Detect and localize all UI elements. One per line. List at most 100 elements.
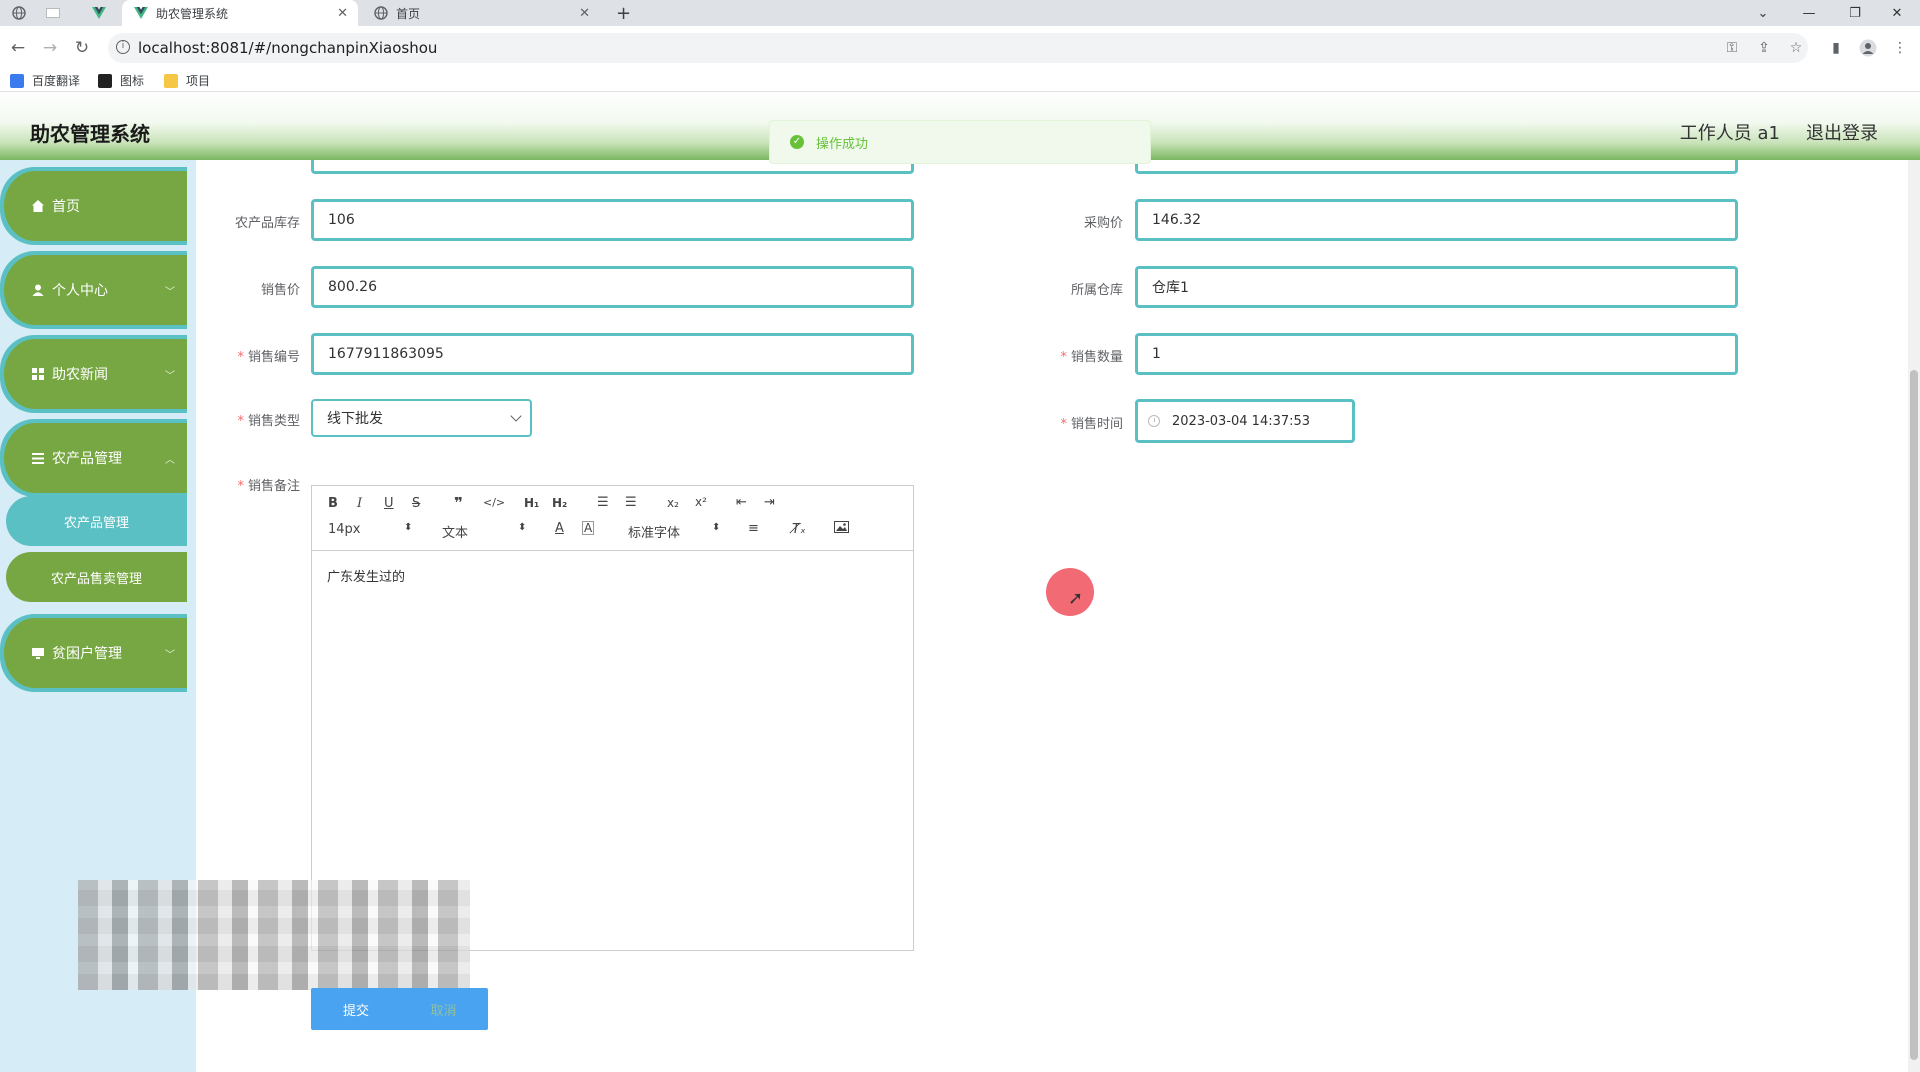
- sale-price-value: 800.26: [328, 279, 377, 295]
- bookmark-label: 项目: [186, 74, 211, 88]
- superscript-icon[interactable]: x²: [695, 495, 707, 509]
- sidebar-item-news[interactable]: 助农新闻 ﹀: [0, 339, 187, 409]
- outdent-icon[interactable]: ⇤: [736, 495, 747, 510]
- underline-icon[interactable]: U: [384, 496, 394, 511]
- sale-no-label: * 销售编号: [210, 346, 300, 365]
- sale-qty-input[interactable]: 1: [1135, 333, 1738, 375]
- font-family-select[interactable]: 标准字体: [628, 522, 680, 541]
- globe-icon: [12, 6, 26, 20]
- sidebar-item-label: 贫困户管理: [52, 646, 122, 662]
- sale-time-label: * 销售时间: [1033, 413, 1123, 432]
- restore-icon[interactable]: ❐: [1832, 0, 1878, 26]
- profile-icon[interactable]: [1856, 36, 1880, 60]
- site-info-icon[interactable]: i: [116, 40, 130, 54]
- sale-type-value: 线下批发: [327, 411, 383, 427]
- success-toast: ✓ 操作成功: [769, 120, 1151, 164]
- star-icon[interactable]: ☆: [1784, 36, 1808, 60]
- sale-no-input[interactable]: 1677911863095: [311, 333, 914, 375]
- sale-type-select[interactable]: 线下批发: [311, 399, 532, 437]
- back-icon[interactable]: ←: [6, 36, 30, 60]
- clear-format-icon[interactable]: T̸ₓ: [792, 522, 806, 537]
- close-tab-icon[interactable]: ✕: [337, 6, 348, 21]
- remark-label-text: 销售备注: [247, 479, 300, 494]
- check-icon: ✓: [790, 135, 804, 149]
- grid-icon: [30, 368, 46, 380]
- blockquote-icon[interactable]: ❞: [454, 494, 463, 512]
- sidebar-item-label: 个人中心: [52, 283, 108, 299]
- tab-search-icon[interactable]: ⌄: [1740, 0, 1786, 26]
- stock-label: 农产品库存: [234, 216, 300, 231]
- tab-vue[interactable]: [92, 0, 114, 26]
- close-window-icon[interactable]: ✕: [1874, 0, 1920, 26]
- italic-icon[interactable]: I: [357, 496, 362, 511]
- globe-icon: [374, 6, 388, 20]
- scrollbar-thumb[interactable]: [1910, 370, 1918, 1060]
- reload-icon[interactable]: ↻: [70, 36, 94, 60]
- sale-price-input[interactable]: 800.26: [311, 266, 914, 308]
- warehouse-input[interactable]: 仓库1: [1135, 266, 1738, 308]
- key-icon[interactable]: ⚿: [1720, 36, 1744, 60]
- vue-icon: [92, 6, 106, 20]
- bookmark-baidu-translate[interactable]: 百度翻译: [10, 72, 80, 89]
- scrollbar[interactable]: [1908, 160, 1920, 1072]
- sidebar-subitem-product[interactable]: 农产品管理: [6, 496, 187, 546]
- sidebar-item-home[interactable]: 首页: [0, 171, 187, 241]
- browser-tab-bar: 助农管理系统 ✕ 首页 ✕ + ⌄ — ❐ ✕: [0, 0, 1920, 26]
- code-block-icon[interactable]: </>: [483, 496, 505, 509]
- minimize-icon[interactable]: —: [1786, 0, 1832, 26]
- sidebar-item-personal-center[interactable]: 个人中心 ﹀: [0, 255, 187, 325]
- remark-label: * 销售备注: [210, 475, 300, 494]
- ordered-list-icon[interactable]: ☰: [597, 495, 609, 510]
- sidebar-item-label: 助农新闻: [52, 367, 108, 383]
- app-title: 助农管理系统: [30, 122, 150, 146]
- font-size-select[interactable]: 14px: [328, 522, 361, 537]
- cancel-button[interactable]: 取消: [399, 988, 488, 1030]
- header-2-icon[interactable]: H₂: [552, 496, 567, 510]
- tab-home[interactable]: 首页 ✕: [364, 0, 600, 26]
- url-input[interactable]: i localhost:8081/#/nongchanpinXiaoshou: [108, 33, 1808, 63]
- forward-icon[interactable]: →: [38, 36, 62, 60]
- sale-no-value: 1677911863095: [328, 346, 444, 362]
- new-tab-button[interactable]: +: [616, 0, 636, 26]
- text-type-select[interactable]: 文本: [442, 522, 468, 541]
- header-1-icon[interactable]: H₁: [524, 496, 539, 510]
- strikethrough-icon[interactable]: S: [412, 496, 420, 511]
- sidebar-subitem-label: 农产品管理: [63, 515, 129, 531]
- pixelated-overlay: [78, 880, 470, 990]
- stock-input[interactable]: 106: [311, 199, 914, 241]
- required-mark: *: [1060, 350, 1067, 365]
- sale-time-picker[interactable]: 2023-03-04 14:37:53: [1135, 399, 1355, 443]
- sort-icon: ⬍: [404, 522, 413, 533]
- indent-icon[interactable]: ⇥: [764, 495, 775, 510]
- field-above-right[interactable]: [1135, 160, 1738, 174]
- background-color-icon[interactable]: A: [582, 521, 595, 535]
- tab-active-app[interactable]: 助农管理系统 ✕: [122, 0, 358, 26]
- sale-time-value: 2023-03-04 14:37:53: [1172, 413, 1311, 429]
- logout-link[interactable]: 退出登录: [1806, 119, 1878, 145]
- sidebar-item-product-mgmt[interactable]: 农产品管理 ︿: [0, 423, 187, 493]
- align-icon[interactable]: ≡: [748, 521, 759, 536]
- subscript-icon[interactable]: x₂: [667, 496, 679, 510]
- tab-blank[interactable]: [46, 0, 72, 26]
- tab-globe-1[interactable]: [12, 0, 34, 26]
- submit-button[interactable]: 提交: [311, 988, 401, 1030]
- current-user: 工作人员 a1: [1679, 123, 1780, 144]
- sidebar-item-poor-household[interactable]: 贫困户管理 ﹀: [0, 618, 187, 688]
- share-icon[interactable]: ⇪: [1752, 36, 1776, 60]
- translate-icon: [10, 73, 24, 88]
- purchase-price-input[interactable]: 146.32: [1135, 199, 1738, 241]
- close-tab-icon[interactable]: ✕: [579, 6, 590, 21]
- required-mark: *: [237, 350, 244, 365]
- sale-qty-value: 1: [1152, 346, 1161, 362]
- bullet-list-icon[interactable]: ☰: [625, 495, 637, 510]
- sidebar-subitem-product-sales[interactable]: 农产品售卖管理: [6, 552, 187, 602]
- bookmark-project[interactable]: 项目: [164, 72, 210, 89]
- bookmark-icons[interactable]: 图标: [98, 72, 144, 89]
- menu-dots-icon[interactable]: ⋮: [1888, 36, 1912, 60]
- image-icon[interactable]: [834, 521, 849, 537]
- font-color-icon[interactable]: A: [555, 521, 564, 536]
- tab-title: 助农管理系统: [156, 6, 229, 21]
- side-panel-icon[interactable]: ▮: [1824, 36, 1848, 60]
- bold-icon[interactable]: B: [328, 496, 338, 511]
- sort-icon: ⬍: [518, 522, 527, 533]
